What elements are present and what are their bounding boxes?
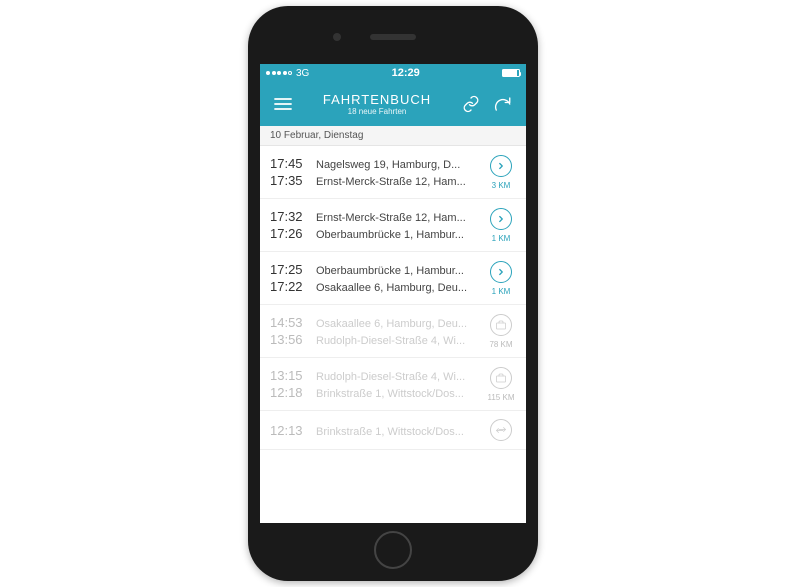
trip-side [484, 419, 518, 441]
trip-row[interactable]: 17:25 Oberbaumbrücke 1, Hambur... 17:22 Osa… [260, 252, 526, 305]
trip-side: 3 KM [484, 155, 518, 190]
briefcase-icon[interactable] [490, 314, 512, 336]
trip-time-end: 17:45 [270, 156, 308, 171]
date-header: 10 Februar, Dienstag [260, 126, 526, 146]
app-header: FAHRTENBUCH 18 neue Fahrten [260, 82, 526, 126]
trip-line: 17:45 Nagelsweg 19, Hamburg, D... [270, 156, 484, 171]
trip-address-end: Oberbaumbrücke 1, Hambur... [316, 265, 484, 277]
trip-time-end: 13:15 [270, 368, 308, 383]
refresh-button[interactable] [490, 91, 516, 117]
trip-line: 17:26 Oberbaumbrücke 1, Hambur... [270, 226, 484, 241]
trip-row[interactable]: 17:32 Ernst-Merck-Straße 12, Ham... 17:26 O… [260, 199, 526, 252]
distance-label: 1 KM [492, 234, 511, 243]
signal-icon [266, 71, 292, 75]
trip-time-end: 17:25 [270, 262, 308, 277]
trip-side: 1 KM [484, 261, 518, 296]
trip-row[interactable]: 17:45 Nagelsweg 19, Hamburg, D... 17:35 Ern… [260, 146, 526, 199]
chevron-right-icon[interactable] [490, 261, 512, 283]
distance-label: 1 KM [492, 287, 511, 296]
phone-frame: 3G 12:29 FAHRTENBUCH 18 neue Fahrten [248, 6, 538, 581]
trip-line: 14:53 Osakaallee 6, Hamburg, Deu... [270, 315, 484, 330]
link-button[interactable] [458, 91, 484, 117]
trip-line: 17:35 Ernst-Merck-Straße 12, Ham... [270, 173, 484, 188]
chevron-right-icon[interactable] [490, 155, 512, 177]
trip-list: 17:45 Nagelsweg 19, Hamburg, D... 17:35 Ern… [260, 146, 526, 450]
page-title: FAHRTENBUCH [296, 92, 458, 107]
trip-details: 13:15 Rudolph-Diesel-Straße 4, Wi... 12:18… [270, 366, 484, 402]
trip-address-start: Rudolph-Diesel-Straße 4, Wi... [316, 335, 484, 347]
status-left: 3G [266, 68, 309, 79]
distance-label: 78 KM [489, 340, 512, 349]
trip-time-start: 17:35 [270, 173, 308, 188]
trip-side: 1 KM [484, 208, 518, 243]
trip-line: 17:32 Ernst-Merck-Straße 12, Ham... [270, 209, 484, 224]
trip-address-end: Osakaallee 6, Hamburg, Deu... [316, 318, 484, 330]
trip-address-start: Oberbaumbrücke 1, Hambur... [316, 229, 484, 241]
trip-time-start: 17:26 [270, 226, 308, 241]
trip-row[interactable]: 12:13 Brinkstraße 1, Wittstock/Dos... [260, 411, 526, 450]
phone-speaker [370, 34, 416, 40]
trip-address-start: Osakaallee 6, Hamburg, Deu... [316, 282, 484, 294]
chevron-right-icon[interactable] [490, 208, 512, 230]
trip-line: 13:15 Rudolph-Diesel-Straße 4, Wi... [270, 368, 484, 383]
menu-button[interactable] [270, 91, 296, 117]
trip-details: 17:32 Ernst-Merck-Straße 12, Ham... 17:26 O… [270, 207, 484, 243]
trip-address-end: Ernst-Merck-Straße 12, Ham... [316, 212, 484, 224]
trip-line: 17:22 Osakaallee 6, Hamburg, Deu... [270, 279, 484, 294]
page-subtitle: 18 neue Fahrten [296, 107, 458, 116]
swap-icon[interactable] [490, 419, 512, 441]
trip-time-start: 12:18 [270, 385, 308, 400]
trip-line: 13:56 Rudolph-Diesel-Straße 4, Wi... [270, 332, 484, 347]
battery-icon [502, 69, 520, 77]
trip-details: 14:53 Osakaallee 6, Hamburg, Deu... 13:56 R… [270, 313, 484, 349]
network-label: 3G [296, 68, 309, 79]
trip-address-start: Brinkstraße 1, Wittstock/Dos... [316, 388, 484, 400]
status-time: 12:29 [392, 67, 420, 79]
trip-time-end: 14:53 [270, 315, 308, 330]
header-center: FAHRTENBUCH 18 neue Fahrten [296, 92, 458, 116]
trip-time-start: 13:56 [270, 332, 308, 347]
trip-row[interactable]: 14:53 Osakaallee 6, Hamburg, Deu... 13:56 R… [260, 305, 526, 358]
trip-address-start: Ernst-Merck-Straße 12, Ham... [316, 176, 484, 188]
briefcase-icon[interactable] [490, 367, 512, 389]
trip-time-end: 17:32 [270, 209, 308, 224]
trip-address-end: Nagelsweg 19, Hamburg, D... [316, 159, 484, 171]
status-bar: 3G 12:29 [260, 64, 526, 82]
trip-details: 17:45 Nagelsweg 19, Hamburg, D... 17:35 Ern… [270, 154, 484, 190]
trip-side: 78 KM [484, 314, 518, 349]
trip-side: 115 KM [484, 367, 518, 402]
phone-camera [333, 33, 341, 41]
screen: 3G 12:29 FAHRTENBUCH 18 neue Fahrten [260, 64, 526, 523]
trip-row[interactable]: 13:15 Rudolph-Diesel-Straße 4, Wi... 12:18… [260, 358, 526, 411]
trip-time-start: 17:22 [270, 279, 308, 294]
status-right [502, 69, 520, 77]
trip-time-end: 12:13 [270, 423, 308, 438]
trip-details: 12:13 Brinkstraße 1, Wittstock/Dos... [270, 421, 484, 440]
trip-address-end: Brinkstraße 1, Wittstock/Dos... [316, 426, 484, 438]
trip-address-end: Rudolph-Diesel-Straße 4, Wi... [316, 371, 484, 383]
distance-label: 115 KM [488, 393, 515, 402]
distance-label: 3 KM [492, 181, 511, 190]
trip-details: 17:25 Oberbaumbrücke 1, Hambur... 17:22 Osa… [270, 260, 484, 296]
trip-line: 17:25 Oberbaumbrücke 1, Hambur... [270, 262, 484, 277]
trip-line: 12:18 Brinkstraße 1, Wittstock/Dos... [270, 385, 484, 400]
trip-line: 12:13 Brinkstraße 1, Wittstock/Dos... [270, 423, 484, 438]
home-button[interactable] [374, 531, 412, 569]
